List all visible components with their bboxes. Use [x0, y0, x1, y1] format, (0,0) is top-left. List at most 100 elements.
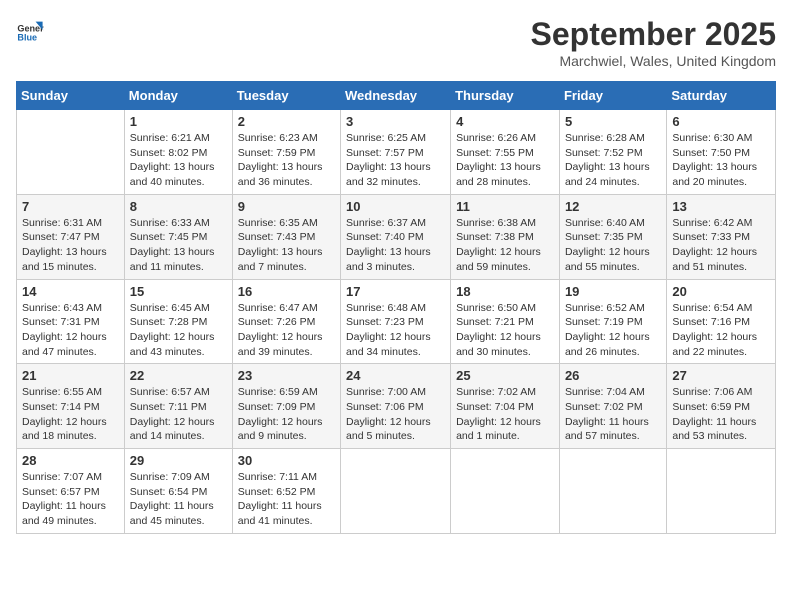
day-cell — [17, 110, 125, 195]
day-number: 13 — [672, 199, 770, 214]
day-info: Sunrise: 6:57 AM Sunset: 7:11 PM Dayligh… — [130, 385, 227, 444]
day-cell: 10Sunrise: 6:37 AM Sunset: 7:40 PM Dayli… — [341, 194, 451, 279]
day-number: 23 — [238, 368, 335, 383]
day-cell: 19 Sunrise: 6:52 AM Sunset: 7:19 PM Dayli… — [559, 279, 666, 364]
day-info: Sunrise: 7:00 AM Sunset: 7:06 PM Dayligh… — [346, 385, 445, 444]
day-cell: 24 Sunrise: 7:00 AM Sunset: 7:06 PM Dayli… — [341, 364, 451, 449]
day-number: 14 — [22, 284, 119, 299]
page-header: General Blue September 2025 Marchwiel, W… — [16, 16, 776, 69]
day-number: 21 — [22, 368, 119, 383]
day-info: Sunrise: 6:52 AM Sunset: 7:19 PM Dayligh… — [565, 301, 661, 360]
day-info: Sunrise: 6:25 AM Sunset: 7:57 PM Dayligh… — [346, 131, 445, 190]
day-info: Sunrise: 6:54 AM Sunset: 7:16 PM Dayligh… — [672, 301, 770, 360]
header-cell-saturday: Saturday — [667, 82, 776, 110]
day-cell: 27Sunrise: 7:06 AM Sunset: 6:59 PM Dayli… — [667, 364, 776, 449]
day-cell: 12 Sunrise: 6:40 AM Sunset: 7:35 PM Dayli… — [559, 194, 666, 279]
day-cell: 23 Sunrise: 6:59 AM Sunset: 7:09 PM Dayli… — [232, 364, 340, 449]
day-cell: 16 Sunrise: 6:47 AM Sunset: 7:26 PM Dayli… — [232, 279, 340, 364]
title-block: September 2025 Marchwiel, Wales, United … — [531, 16, 776, 69]
day-info: Sunrise: 6:38 AM Sunset: 7:38 PM Dayligh… — [456, 216, 554, 275]
day-number: 22 — [130, 368, 227, 383]
day-number: 12 — [565, 199, 661, 214]
svg-text:Blue: Blue — [17, 33, 37, 43]
day-info: Sunrise: 6:33 AM Sunset: 7:45 PM Dayligh… — [130, 216, 227, 275]
day-number: 19 — [565, 284, 661, 299]
day-number: 2 — [238, 114, 335, 129]
day-number: 1 — [130, 114, 227, 129]
day-number: 7 — [22, 199, 119, 214]
day-cell: 26 Sunrise: 7:04 AM Sunset: 7:02 PM Dayli… — [559, 364, 666, 449]
day-info: Sunrise: 6:43 AM Sunset: 7:31 PM Dayligh… — [22, 301, 119, 360]
day-cell: 3 Sunrise: 6:25 AM Sunset: 7:57 PM Daylig… — [341, 110, 451, 195]
day-info: Sunrise: 6:23 AM Sunset: 7:59 PM Dayligh… — [238, 131, 335, 190]
day-cell — [667, 449, 776, 534]
logo: General Blue — [16, 16, 44, 44]
logo-icon: General Blue — [16, 16, 44, 44]
day-number: 30 — [238, 453, 335, 468]
day-number: 17 — [346, 284, 445, 299]
day-number: 27 — [672, 368, 770, 383]
day-info: Sunrise: 6:55 AM Sunset: 7:14 PM Dayligh… — [22, 385, 119, 444]
day-number: 8 — [130, 199, 227, 214]
day-cell: 30 Sunrise: 7:11 AM Sunset: 6:52 PM Dayli… — [232, 449, 340, 534]
day-number: 26 — [565, 368, 661, 383]
day-number: 5 — [565, 114, 661, 129]
calendar-subtitle: Marchwiel, Wales, United Kingdom — [531, 53, 776, 69]
day-cell: 13Sunrise: 6:42 AM Sunset: 7:33 PM Dayli… — [667, 194, 776, 279]
calendar-title: September 2025 — [531, 16, 776, 53]
header-cell-wednesday: Wednesday — [341, 82, 451, 110]
header-cell-friday: Friday — [559, 82, 666, 110]
header-cell-thursday: Thursday — [451, 82, 560, 110]
day-cell: 11Sunrise: 6:38 AM Sunset: 7:38 PM Dayli… — [451, 194, 560, 279]
day-info: Sunrise: 7:02 AM Sunset: 7:04 PM Dayligh… — [456, 385, 554, 444]
week-row-4: 21 Sunrise: 6:55 AM Sunset: 7:14 PM Dayli… — [17, 364, 776, 449]
day-info: Sunrise: 7:11 AM Sunset: 6:52 PM Dayligh… — [238, 470, 335, 529]
day-cell: 14 Sunrise: 6:43 AM Sunset: 7:31 PM Dayli… — [17, 279, 125, 364]
day-info: Sunrise: 6:40 AM Sunset: 7:35 PM Dayligh… — [565, 216, 661, 275]
day-cell: 15 Sunrise: 6:45 AM Sunset: 7:28 PM Dayli… — [124, 279, 232, 364]
day-number: 9 — [238, 199, 335, 214]
day-cell: 7Sunrise: 6:31 AM Sunset: 7:47 PM Daylig… — [17, 194, 125, 279]
day-number: 25 — [456, 368, 554, 383]
day-cell: 5 Sunrise: 6:28 AM Sunset: 7:52 PM Daylig… — [559, 110, 666, 195]
day-number: 16 — [238, 284, 335, 299]
day-cell: 1 Sunrise: 6:21 AM Sunset: 8:02 PM Daylig… — [124, 110, 232, 195]
day-number: 3 — [346, 114, 445, 129]
day-info: Sunrise: 7:09 AM Sunset: 6:54 PM Dayligh… — [130, 470, 227, 529]
day-cell: 18 Sunrise: 6:50 AM Sunset: 7:21 PM Dayli… — [451, 279, 560, 364]
day-info: Sunrise: 6:26 AM Sunset: 7:55 PM Dayligh… — [456, 131, 554, 190]
day-info: Sunrise: 6:50 AM Sunset: 7:21 PM Dayligh… — [456, 301, 554, 360]
day-cell: 17 Sunrise: 6:48 AM Sunset: 7:23 PM Dayli… — [341, 279, 451, 364]
day-cell: 6Sunrise: 6:30 AM Sunset: 7:50 PM Daylig… — [667, 110, 776, 195]
day-number: 4 — [456, 114, 554, 129]
day-info: Sunrise: 6:37 AM Sunset: 7:40 PM Dayligh… — [346, 216, 445, 275]
header-row: SundayMondayTuesdayWednesdayThursdayFrid… — [17, 82, 776, 110]
day-number: 24 — [346, 368, 445, 383]
day-info: Sunrise: 6:47 AM Sunset: 7:26 PM Dayligh… — [238, 301, 335, 360]
day-info: Sunrise: 7:04 AM Sunset: 7:02 PM Dayligh… — [565, 385, 661, 444]
calendar-table: SundayMondayTuesdayWednesdayThursdayFrid… — [16, 81, 776, 534]
header-cell-tuesday: Tuesday — [232, 82, 340, 110]
day-cell: 29 Sunrise: 7:09 AM Sunset: 6:54 PM Dayli… — [124, 449, 232, 534]
day-info: Sunrise: 6:45 AM Sunset: 7:28 PM Dayligh… — [130, 301, 227, 360]
day-number: 18 — [456, 284, 554, 299]
day-cell: 2 Sunrise: 6:23 AM Sunset: 7:59 PM Daylig… — [232, 110, 340, 195]
day-cell — [451, 449, 560, 534]
day-number: 28 — [22, 453, 119, 468]
day-info: Sunrise: 6:21 AM Sunset: 8:02 PM Dayligh… — [130, 131, 227, 190]
day-info: Sunrise: 7:07 AM Sunset: 6:57 PM Dayligh… — [22, 470, 119, 529]
day-cell: 9Sunrise: 6:35 AM Sunset: 7:43 PM Daylig… — [232, 194, 340, 279]
header-cell-sunday: Sunday — [17, 82, 125, 110]
day-cell: 21 Sunrise: 6:55 AM Sunset: 7:14 PM Dayli… — [17, 364, 125, 449]
day-cell: 4 Sunrise: 6:26 AM Sunset: 7:55 PM Daylig… — [451, 110, 560, 195]
header-cell-monday: Monday — [124, 82, 232, 110]
day-cell: 20 Sunrise: 6:54 AM Sunset: 7:16 PM Dayli… — [667, 279, 776, 364]
day-number: 20 — [672, 284, 770, 299]
day-number: 15 — [130, 284, 227, 299]
day-info: Sunrise: 6:48 AM Sunset: 7:23 PM Dayligh… — [346, 301, 445, 360]
day-info: Sunrise: 6:59 AM Sunset: 7:09 PM Dayligh… — [238, 385, 335, 444]
day-info: Sunrise: 6:28 AM Sunset: 7:52 PM Dayligh… — [565, 131, 661, 190]
week-row-2: 7Sunrise: 6:31 AM Sunset: 7:47 PM Daylig… — [17, 194, 776, 279]
day-number: 6 — [672, 114, 770, 129]
day-number: 29 — [130, 453, 227, 468]
